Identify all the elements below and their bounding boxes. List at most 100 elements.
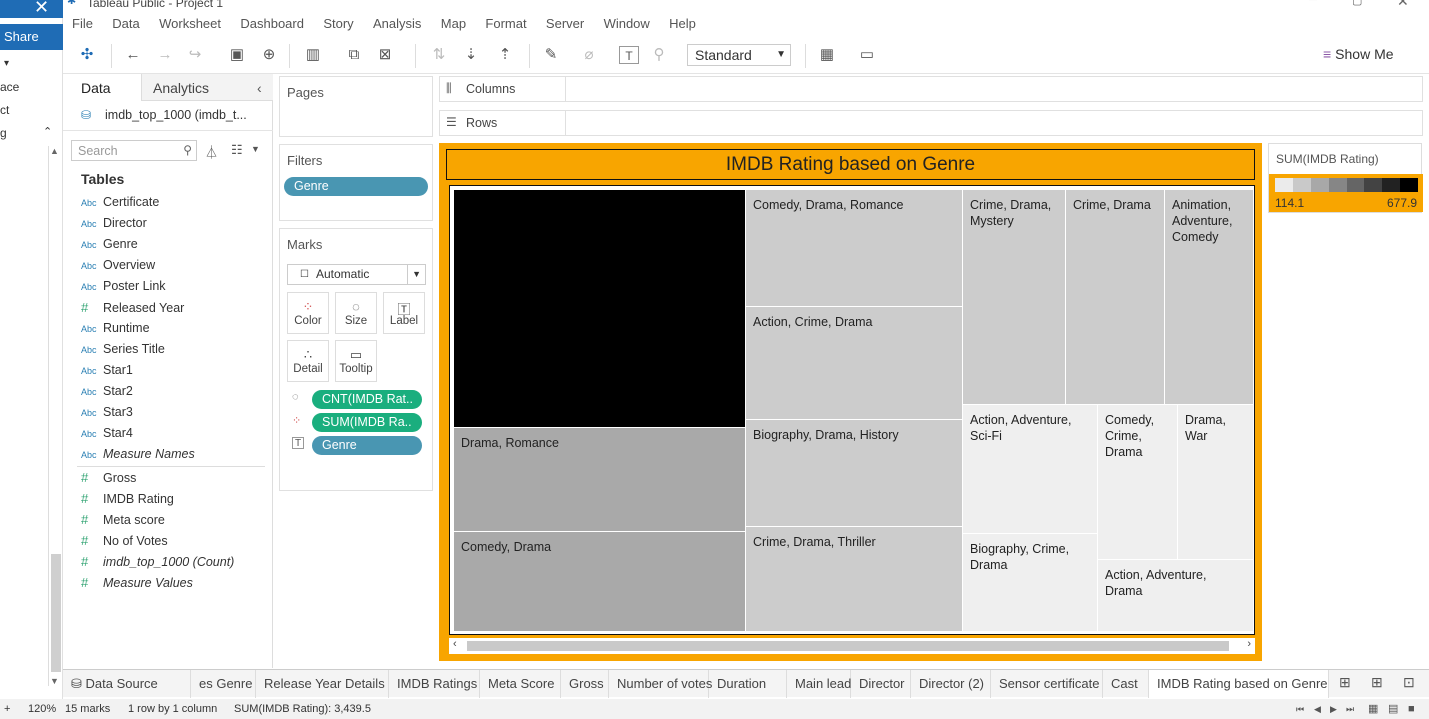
treemap-cell[interactable]: Biography, Drama, History (746, 420, 963, 527)
tableau-home-icon[interactable]: ✣ (77, 46, 97, 64)
menu-format[interactable]: Format (485, 16, 526, 31)
color-button[interactable]: ⁘ Color (287, 292, 329, 334)
field-imdb-top-1000-count[interactable]: # imdb_top_1000 (Count) (81, 554, 234, 569)
menu-map[interactable]: Map (441, 16, 466, 31)
last-sheet-icon[interactable]: ⏭ (1346, 699, 1354, 719)
sheet-tab[interactable]: Meta Score (480, 670, 561, 698)
scroll-thumb[interactable] (467, 641, 1229, 651)
treemap-cell[interactable]: Crime, Drama (1066, 190, 1165, 405)
first-sheet-icon[interactable]: ⏮ (1296, 699, 1304, 719)
sheet-tab[interactable]: Cast (1103, 670, 1149, 698)
columns-shelf[interactable]: ⫼ Columns (439, 76, 1423, 102)
minimize-icon[interactable]: ─ (1309, 0, 1317, 6)
rows-shelf[interactable]: ☰ Rows (439, 110, 1423, 136)
sheet-tab[interactable]: Gross (561, 670, 609, 698)
field-gross[interactable]: # Gross (81, 470, 136, 485)
sort-ascending-icon[interactable]: ⇣ (461, 46, 481, 64)
field-certificate[interactable]: Abc Certificate (81, 195, 159, 209)
field-series-title[interactable]: Abc Series Title (81, 342, 165, 356)
sheet-tab[interactable]: es Genre (191, 670, 256, 698)
field-imdb-rating[interactable]: # IMDB Rating (81, 491, 174, 506)
color-legend[interactable]: SUM(IMDB Rating) 114.1 677.9 (1268, 143, 1423, 213)
show-sheet-sorter-icon[interactable]: ▤ (1388, 699, 1398, 719)
treemap-cell[interactable]: Comedy, Drama, Romance (746, 190, 963, 307)
new-data-source-icon[interactable]: ⊕ (259, 46, 279, 64)
data-source-name[interactable]: imdb_top_1000 (imdb_t... (105, 108, 247, 122)
swap-icon[interactable]: ⇅ (429, 46, 449, 64)
field-star4[interactable]: Abc Star4 (81, 426, 133, 440)
sheet-tab[interactable]: Sensor certificate (991, 670, 1103, 698)
show-labels-icon[interactable]: T (619, 46, 639, 64)
tooltip-button[interactable]: ▭ Tooltip (335, 340, 377, 382)
scroll-down-icon[interactable]: ▼ (50, 676, 59, 686)
treemap-cell[interactable] (454, 190, 746, 428)
sheet-tab[interactable]: Director (2) (911, 670, 991, 698)
new-dashboard-tab-icon[interactable]: ⊞ (1371, 674, 1383, 691)
menu-window[interactable]: Window (604, 16, 650, 31)
label-button[interactable]: 🅃 Label (383, 292, 425, 334)
window-close-icon[interactable]: ✕ (1397, 0, 1409, 10)
scrollbar[interactable]: ▲ ▼ (48, 146, 62, 686)
menu-dashboard[interactable]: Dashboard (240, 16, 304, 31)
group-icon[interactable]: ⌀ (579, 46, 599, 64)
sheet-tab[interactable]: Main lead (787, 670, 851, 698)
share-button[interactable]: Share (0, 24, 63, 50)
field-measure-names[interactable]: Abc Measure Names (81, 447, 195, 461)
scroll-up-icon[interactable]: ▲ (50, 146, 59, 156)
scroll-thumb[interactable] (51, 554, 61, 672)
treemap-cell[interactable]: Biography, Crime, Drama (963, 534, 1098, 632)
prev-sheet-icon[interactable]: ◀ (1314, 699, 1321, 719)
sheet-tab[interactable]: ⛁ Data Source (63, 670, 191, 698)
menu-story[interactable]: Story (323, 16, 353, 31)
treemap-cell[interactable]: Drama, Romance (454, 428, 746, 532)
field-overview[interactable]: Abc Overview (81, 258, 155, 272)
highlight-icon[interactable]: ✎ (541, 46, 561, 64)
sheet-tab[interactable]: Duration (709, 670, 787, 698)
filter-pill-genre[interactable]: Genre (284, 177, 428, 196)
menu-data[interactable]: Data (112, 16, 139, 31)
field-poster-link[interactable]: Abc Poster Link (81, 279, 166, 293)
treemap-cell[interactable]: Crime, Drama, Thriller (746, 527, 963, 632)
horizontal-scrollbar[interactable]: ‹ › (449, 638, 1255, 654)
tab-data[interactable]: Data (81, 80, 111, 96)
tab-analytics[interactable]: Analytics (153, 80, 209, 96)
treemap-cell[interactable]: Crime, Drama, Mystery (963, 190, 1066, 405)
menu-server[interactable]: Server (546, 16, 584, 31)
close-button[interactable]: ✕ (0, 0, 63, 18)
filter-icon[interactable]: ⏃ (205, 142, 218, 161)
marks-pill-color[interactable]: SUM(IMDB Ra.. (312, 413, 422, 432)
menu-file[interactable]: File (72, 16, 93, 31)
treemap-cell[interactable]: Animation, Adventure, Comedy (1165, 190, 1254, 405)
sheet-tab[interactable]: Number of votes (609, 670, 712, 698)
treemap-cell[interactable]: Action, Adventure, Drama (1098, 560, 1254, 632)
size-button[interactable]: ◌ Size (335, 292, 377, 334)
menu-analysis[interactable]: Analysis (373, 16, 421, 31)
present-icon[interactable]: ▭ (857, 46, 877, 64)
treemap-cell[interactable]: Comedy, Drama (454, 532, 746, 632)
sheet-tab[interactable]: Release Year Details (256, 670, 389, 698)
treemap-cell[interactable]: Action, Crime, Drama (746, 307, 963, 420)
field-star1[interactable]: Abc Star1 (81, 363, 133, 377)
scroll-left-icon[interactable]: ‹ (453, 638, 457, 650)
filters-card[interactable]: Filters Genre (279, 144, 433, 221)
menu-worksheet[interactable]: Worksheet (159, 16, 221, 31)
undo-icon[interactable]: ← (123, 46, 143, 64)
redo-icon[interactable]: → (155, 46, 175, 64)
new-worksheet-icon[interactable]: ▥ (303, 46, 323, 64)
pin-icon[interactable]: ⚲ (649, 46, 669, 64)
marks-pill-size[interactable]: CNT(IMDB Rat.. (312, 390, 422, 409)
treemap-cell[interactable]: Drama, War (1178, 405, 1254, 560)
field-genre[interactable]: Abc Genre (81, 237, 138, 251)
pages-card[interactable]: Pages (279, 76, 433, 137)
show-filmstrip-icon[interactable]: ▦ (1368, 699, 1378, 719)
treemap-cell[interactable]: Action, Adventure, Sci-Fi (963, 405, 1098, 534)
field-star2[interactable]: Abc Star2 (81, 384, 133, 398)
view-list-icon[interactable]: ☷ (231, 142, 243, 158)
menu-help[interactable]: Help (669, 16, 696, 31)
mark-type-select[interactable]: ☐ Automatic ▼ (287, 264, 426, 285)
field-star3[interactable]: Abc Star3 (81, 405, 133, 419)
field-released-year[interactable]: # Released Year (81, 300, 184, 315)
show-tabs-icon[interactable]: ■ (1408, 699, 1415, 719)
sheet-tab[interactable]: IMDB Ratings (389, 670, 480, 698)
field-no-of-votes[interactable]: # No of Votes (81, 533, 168, 548)
